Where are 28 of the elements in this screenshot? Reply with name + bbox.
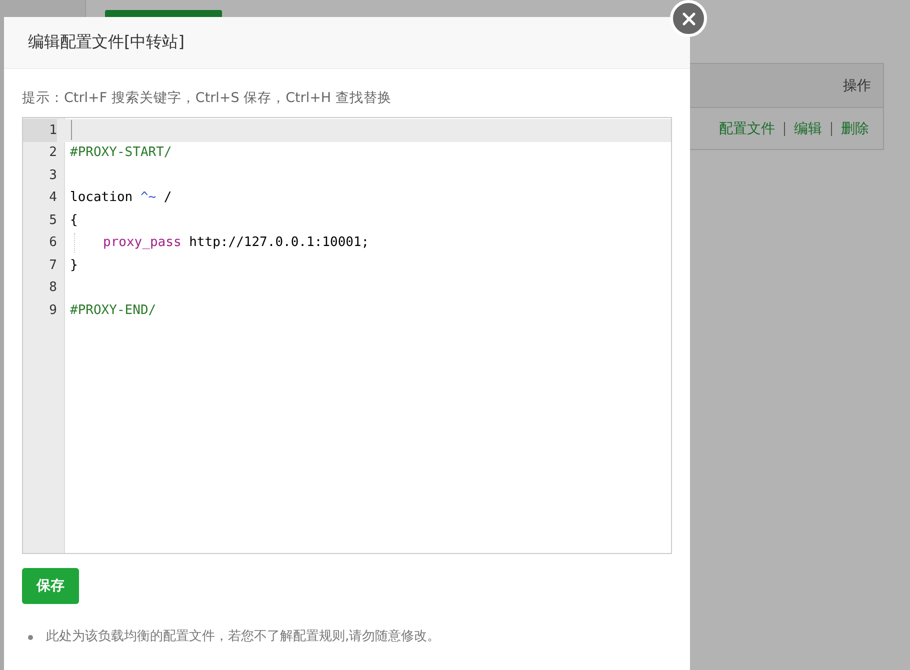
code-text: #PROXY-START/ [70,145,172,160]
code-text: location ^~ / [70,190,172,206]
text-cursor [71,120,72,140]
note-text: 此处为该负载均衡的配置文件，若您不了解配置规则,请勿随意修改。 [46,628,440,646]
code-text: #PROXY-END/ [70,302,156,318]
hint-text: 提示：Ctrl+F 搜索关键字，Ctrl+S 保存，Ctrl+H 查找替换 [22,89,392,107]
action-link[interactable]: 配置文件 [719,120,775,138]
close-icon [680,10,696,26]
action-link[interactable]: 编辑 [794,120,822,138]
line-number: 5 [48,212,57,230]
code-text: { [70,212,78,228]
line-number: 6 [48,234,57,252]
code-editor[interactable]: 1 2 #PROXY-START/ 3 4 location ^~ / 5 { 6 proxy_pass http://127.0.0.1:10001; 7 } 8 9 #PROXY-END/ [22,117,672,554]
dialog-title: 编辑配置文件[中转站] [28,32,184,53]
line-number: 8 [48,279,57,298]
line-number: 4 [48,189,57,208]
code-text: proxy_pass http://127.0.0.1:10001; [103,235,370,250]
action-link[interactable]: 删除 [841,120,869,138]
column-header: 操作 [843,76,871,94]
line-number: 7 [48,256,57,275]
line-number: 1 [23,119,57,142]
line-number: 9 [48,302,57,320]
line-number: 2 [48,144,57,162]
code-text: } [70,258,78,273]
bullet-icon [28,634,33,640]
close-button[interactable] [670,0,707,37]
line-number: 3 [48,166,57,185]
save-button[interactable]: 保存 [22,568,79,604]
